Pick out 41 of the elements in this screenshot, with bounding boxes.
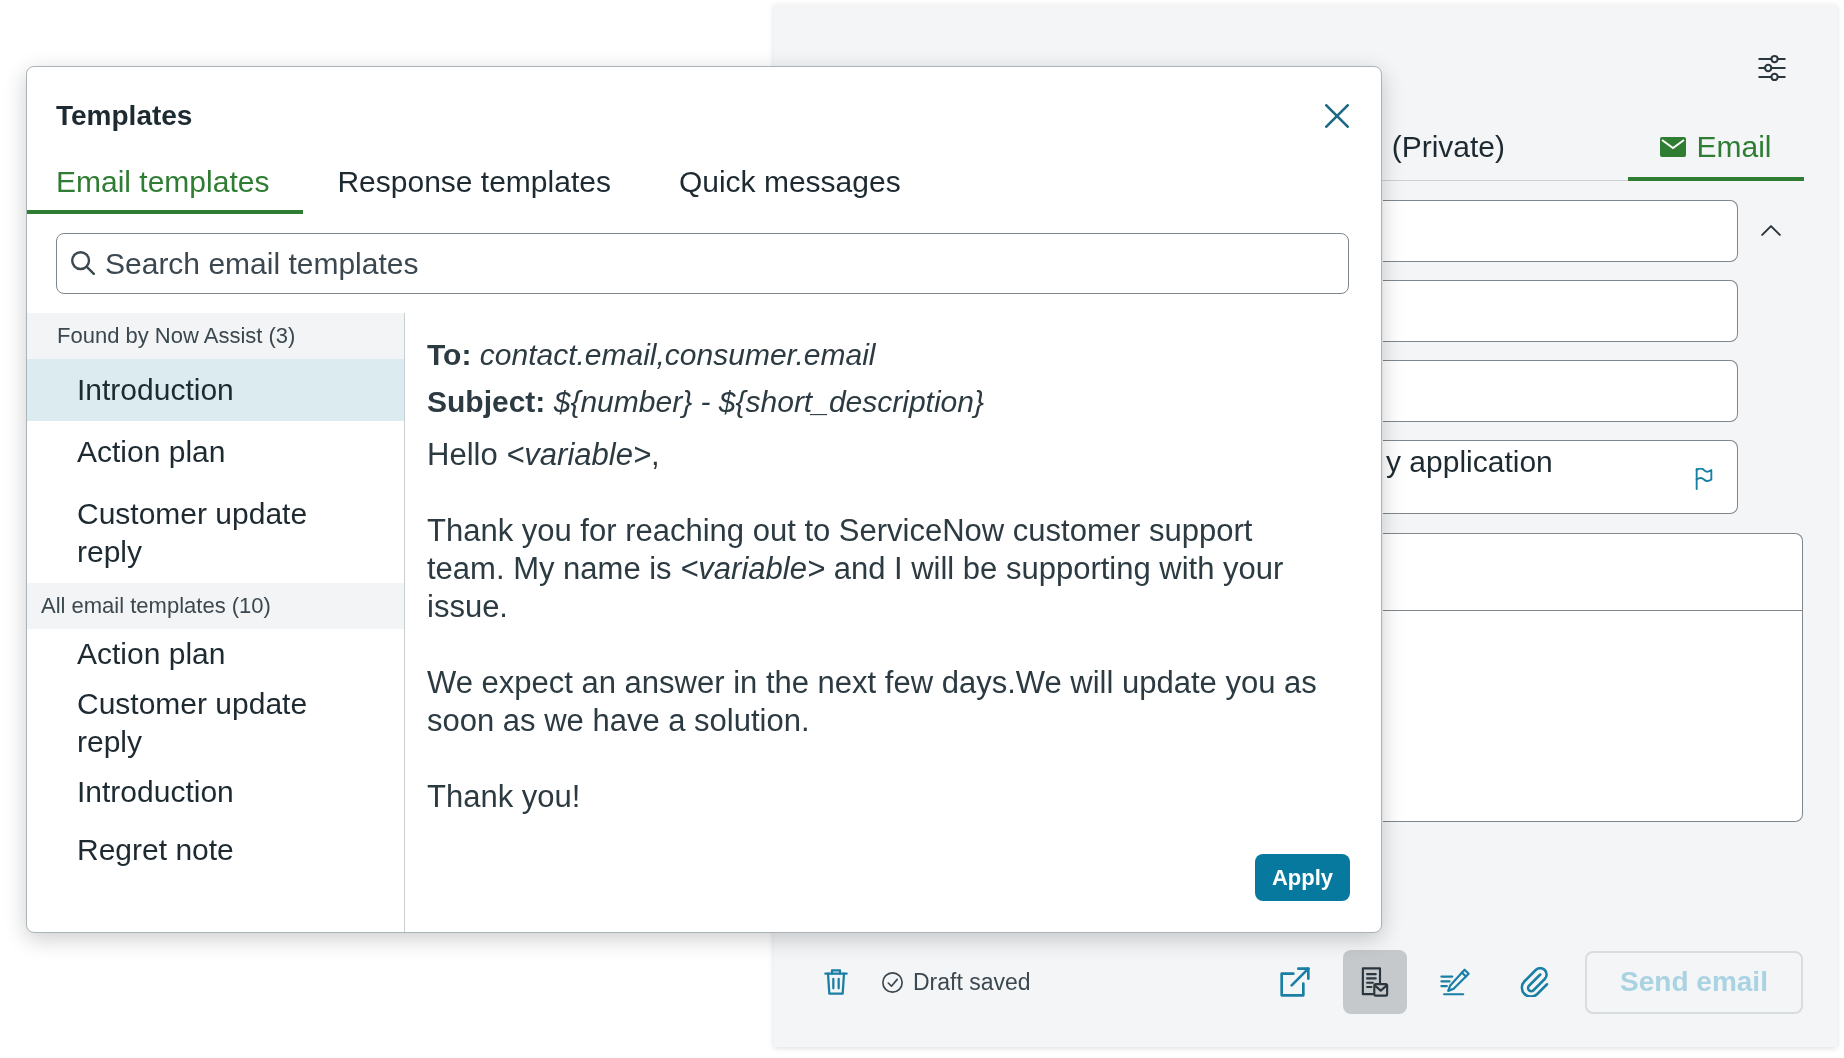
template-list-item[interactable]: Action plan	[27, 421, 404, 483]
search-icon	[71, 251, 95, 275]
settings-icon[interactable]	[1758, 54, 1786, 82]
preview-paragraph: Thank you for reaching out to ServiceNow customer support team. My name is <variable> and I will be supporting with your issue.	[427, 512, 1285, 626]
chevron-up-icon[interactable]	[1761, 225, 1781, 236]
compose-tab[interactable]: (Private)	[1391, 115, 1505, 181]
flag-icon[interactable]	[1695, 467, 1713, 490]
input-field[interactable]	[1383, 199, 1738, 262]
template-tab[interactable]: Email templates	[27, 152, 304, 214]
preview-paragraph: We expect an answer in the next few days.We will update you as soon as we have a solution.	[427, 664, 1318, 740]
template-tab[interactable]: Response templates	[303, 152, 645, 214]
template-list-item[interactable]: Introduction	[27, 359, 404, 421]
group-heading: All email templates (10)	[27, 583, 404, 629]
group-heading: Found by Now Assist (3)	[27, 313, 404, 359]
envelope-icon	[1660, 137, 1687, 157]
dialog-title: Templates	[56, 99, 193, 133]
templates-button[interactable]	[1343, 950, 1407, 1014]
preview-paragraph: Hello <variable>,	[427, 436, 660, 474]
check-circle-icon	[882, 971, 903, 993]
input-field[interactable]	[1383, 279, 1738, 342]
preview-to-line: To: contact.email,consumer.email	[427, 337, 876, 373]
draft-status: Draft saved	[913, 968, 1031, 996]
preview-paragraph: Thank you!	[427, 778, 581, 816]
compose-tab[interactable]: Email	[1628, 115, 1804, 181]
template-list-item[interactable]: Introduction	[27, 767, 404, 817]
template-list-item[interactable]: Regret note	[27, 817, 404, 875]
preview-subject-line: Subject: ${number} - ${short_description}	[427, 384, 984, 420]
document-mail-icon	[1360, 967, 1390, 997]
external-link-icon	[1280, 967, 1310, 997]
trash-icon[interactable]	[824, 969, 848, 995]
paperclip-icon	[1520, 967, 1550, 997]
text-field[interactable]: y application	[1383, 439, 1738, 514]
search-field[interactable]: Search email templates	[56, 233, 1349, 294]
template-list-item[interactable]: Customer update reply	[27, 483, 404, 583]
close-icon[interactable]	[1325, 104, 1349, 128]
template-list-item[interactable]: Customer update reply	[27, 679, 404, 767]
template-tab[interactable]: Quick messages	[644, 152, 935, 214]
template-list-item[interactable]: Action plan	[27, 629, 404, 679]
apply-button[interactable]: Apply	[1254, 854, 1350, 901]
input-field[interactable]	[1383, 359, 1738, 422]
pencil-lines-icon	[1440, 967, 1470, 997]
